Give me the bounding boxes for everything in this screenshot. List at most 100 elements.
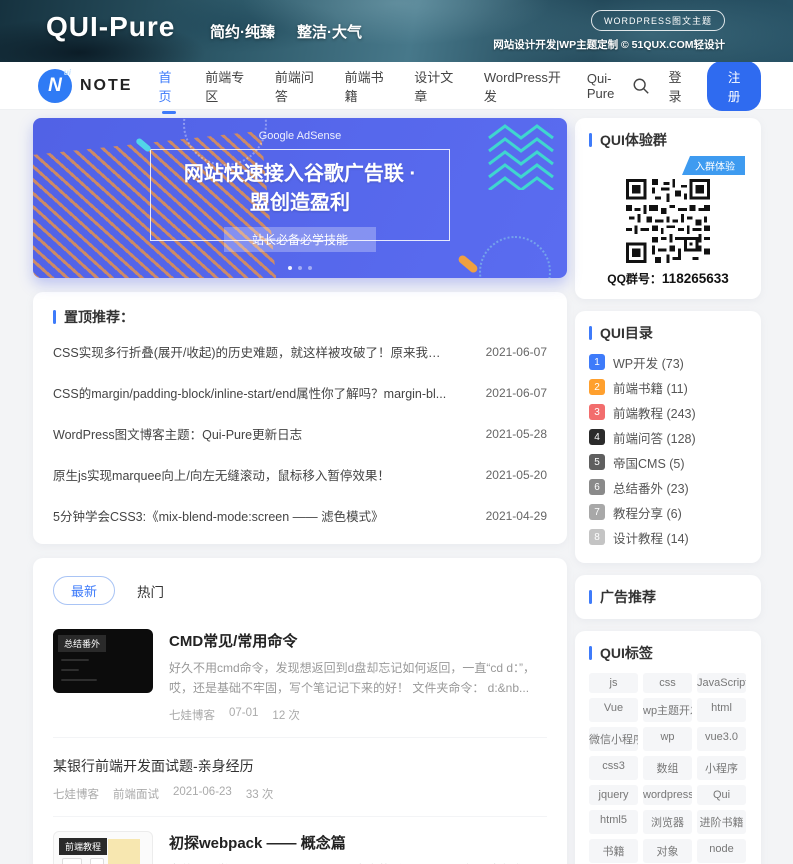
tag-item[interactable]: wp	[643, 727, 692, 751]
pinned-post-title: WordPress图文博客主题：Qui-Pure更新日志	[53, 424, 302, 443]
slogan-1: 简约·纯臻	[210, 21, 275, 42]
tag-item[interactable]: 浏览器	[643, 810, 692, 834]
login-link[interactable]: 登录	[668, 67, 689, 105]
tag-item[interactable]: Qui	[697, 785, 746, 805]
category-item[interactable]: 7 教程分享 (6)	[589, 501, 747, 523]
category-item[interactable]: 2 前端书籍 (11)	[589, 376, 747, 398]
pinned-post-row[interactable]: CSS实现多行折叠(展开/收起)的历史难题，就这样被攻破了！原来我们差... 2…	[53, 331, 547, 372]
catalog-card-header: QUI目录	[589, 323, 747, 343]
site-logo[interactable]: N ui NOTE	[38, 69, 132, 103]
category-label: 帝国CMS (5)	[613, 453, 685, 472]
search-icon[interactable]	[632, 76, 650, 96]
pinned-post-title: CSS实现多行折叠(展开/收起)的历史难题，就这样被攻破了！原来我们差...	[53, 342, 453, 361]
banner-title: 网站快速接入谷歌广告联 · 盟创造盈利	[163, 160, 437, 218]
tag-item[interactable]: css	[643, 673, 692, 693]
tag-item[interactable]: Vue	[589, 698, 638, 722]
section-bar-icon	[589, 326, 592, 340]
nav-right: 登录 注册	[632, 61, 761, 111]
article-views: 12 次	[272, 707, 300, 723]
category-rank-badge: 2	[589, 379, 605, 395]
category-rank-badge: 7	[589, 504, 605, 520]
carousel-dot[interactable]	[288, 266, 292, 270]
join-group-ribbon[interactable]: 入群体验	[682, 156, 745, 175]
article-thumb-category-label: 总结番外	[58, 635, 106, 652]
hero-right: WORDPRESS图文主题 网站设计开发|WP主题定制 © 51QUX.COM轻…	[493, 10, 725, 52]
section-bar-icon	[589, 133, 592, 147]
category-item[interactable]: 8 设计教程 (14)	[589, 526, 747, 548]
pinned-card-header: 置顶推荐：	[53, 307, 547, 327]
category-label: 总结番外 (23)	[613, 478, 689, 497]
category-rank-badge: 3	[589, 404, 605, 420]
tag-item[interactable]: html	[697, 698, 746, 722]
nav-menu-item[interactable]: 前端问答	[275, 67, 321, 105]
nav-menu-item[interactable]: 设计文章	[414, 67, 460, 105]
nav-menu-item[interactable]: 首页	[158, 67, 181, 105]
section-bar-icon	[589, 646, 592, 660]
pinned-post-row[interactable]: WordPress图文博客主题：Qui-Pure更新日志 2021-05-28	[53, 413, 547, 454]
tag-item[interactable]: 小程序	[697, 756, 746, 780]
tag-item[interactable]: css3	[589, 756, 638, 780]
hero-header: QUI-Pure 简约·纯臻 整洁·大气 WORDPRESS图文主题 网站设计开…	[0, 0, 793, 62]
tags-card-header: QUI标签	[589, 643, 747, 663]
pinned-post-row[interactable]: 原生js实现marquee向上/向左无缝滚动，鼠标移入暂停效果！ 2021-05…	[53, 454, 547, 495]
tag-item[interactable]: node	[697, 839, 746, 863]
tag-item[interactable]: 进阶书籍	[697, 810, 746, 834]
tag-item[interactable]: wordpress	[643, 785, 692, 805]
tag-item[interactable]: wp主题开发	[643, 698, 692, 722]
tab-latest[interactable]: 最新	[53, 576, 115, 605]
nav-menu-item[interactable]: WordPress开发	[484, 67, 563, 105]
category-item[interactable]: 5 帝国CMS (5)	[589, 451, 747, 473]
article-item[interactable]: 前端教程 初探webpack —— 概念篇 为什么要学 webpack ？用we…	[53, 817, 547, 864]
article-title: 某银行前端开发面试题-亲身经历	[53, 756, 547, 776]
article-item[interactable]: 总结番外 CMD常见/常用命令 好久不用cmd命令，发现想返回到d盘却忘记如何返…	[53, 615, 547, 738]
register-button[interactable]: 注册	[707, 61, 761, 111]
logo-text: NOTE	[80, 77, 132, 95]
category-item[interactable]: 4 前端问答 (128)	[589, 426, 747, 448]
catalog-card-title: QUI目录	[600, 323, 653, 343]
carousel-dots	[288, 266, 312, 270]
tag-item[interactable]: jquery	[589, 785, 638, 805]
slogan-2: 整洁·大气	[297, 21, 362, 42]
tag-item[interactable]: JavaScript	[697, 673, 746, 693]
tag-item[interactable]: 书籍	[589, 839, 638, 863]
qq-group-number-line: QQ群号：118265633	[589, 270, 747, 287]
pinned-post-title: 5分钟学会CSS3:《mix-blend-mode:screen —— 滤色模式…	[53, 506, 384, 525]
article-author: 七娃博客	[169, 707, 215, 723]
category-item[interactable]: 6 总结番外 (23)	[589, 476, 747, 498]
catalog-card: QUI目录 1 WP开发 (73) 2 前端书籍 (11) 3	[575, 311, 761, 563]
article-excerpt: 为什么要学 webpack ？用webpack官方的话：是否可以有一种方式，不仅…	[169, 861, 547, 864]
ads-card-header: 广告推荐	[589, 587, 747, 607]
category-item[interactable]: 1 WP开发 (73)	[589, 351, 747, 373]
feed-tabs: 最新 热门	[53, 576, 547, 605]
tag-item[interactable]: 微信小程序	[589, 727, 638, 751]
pinned-post-date: 2021-05-20	[486, 468, 547, 482]
pinned-post-row[interactable]: CSS的margin/padding-block/inline-start/en…	[53, 372, 547, 413]
section-bar-icon	[53, 310, 56, 324]
ad-banner-carousel[interactable]: Google AdSense 网站快速接入谷歌广告联 · 盟创造盈利 站长必备必…	[33, 118, 567, 278]
article-views: 33 次	[246, 786, 274, 802]
pinned-posts-card: 置顶推荐： CSS实现多行折叠(展开/收起)的历史难题，就这样被攻破了！原来我们…	[33, 292, 567, 544]
pinned-post-date: 2021-06-07	[486, 386, 547, 400]
carousel-dot[interactable]	[308, 266, 312, 270]
qq-group-card-title: QUI体验群	[600, 130, 667, 150]
tag-item[interactable]: 数组	[643, 756, 692, 780]
category-item[interactable]: 3 前端教程 (243)	[589, 401, 747, 423]
tag-item[interactable]: js	[589, 673, 638, 693]
site-slogans: 简约·纯臻 整洁·大气	[210, 21, 362, 42]
banner-title-box: 网站快速接入谷歌广告联 · 盟创造盈利 站长必备必学技能	[150, 149, 450, 241]
nav-menu-item[interactable]: Qui-Pure	[587, 71, 633, 101]
nav-menu: 首页 前端专区 前端问答 前端书籍 设计文章 WordPress开发 Qui-P…	[158, 67, 632, 105]
pinned-post-date: 2021-05-28	[486, 427, 547, 441]
nav-menu-item[interactable]: 前端专区	[205, 67, 251, 105]
ad-provider-label: Google AdSense	[33, 130, 567, 142]
tag-item[interactable]: vue3.0	[697, 727, 746, 751]
nav-menu-item[interactable]: 前端书籍	[345, 67, 391, 105]
tag-item[interactable]: 对象	[643, 839, 692, 863]
category-rank-badge: 1	[589, 354, 605, 370]
pinned-post-row[interactable]: 5分钟学会CSS3:《mix-blend-mode:screen —— 滤色模式…	[53, 495, 547, 536]
tab-hot[interactable]: 热门	[137, 581, 164, 601]
article-item[interactable]: 某银行前端开发面试题-亲身经历 七娃博客 前端面试 2021-06-23 33 …	[53, 738, 547, 817]
tag-item[interactable]: html5	[589, 810, 638, 834]
carousel-dot[interactable]	[298, 266, 302, 270]
category-label: 前端书籍 (11)	[613, 378, 688, 397]
